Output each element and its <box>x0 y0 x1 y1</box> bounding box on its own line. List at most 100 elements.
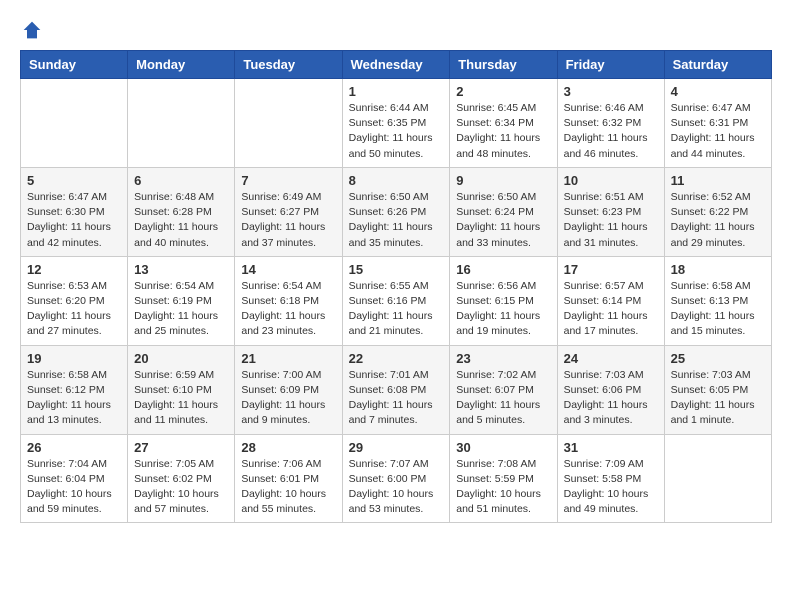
calendar-cell: 20 Sunrise: 6:59 AMSunset: 6:10 PMDayligh… <box>128 345 235 434</box>
logo-icon <box>22 20 42 40</box>
day-info: Sunrise: 7:01 AMSunset: 6:08 PMDaylight:… <box>349 368 444 429</box>
day-info: Sunrise: 7:04 AMSunset: 6:04 PMDaylight:… <box>27 457 121 518</box>
day-info: Sunrise: 6:58 AMSunset: 6:13 PMDaylight:… <box>671 279 765 340</box>
day-info: Sunrise: 6:53 AMSunset: 6:20 PMDaylight:… <box>27 279 121 340</box>
weekday-header-saturday: Saturday <box>664 51 771 79</box>
calendar-cell: 30Sunrise: 7:08 AMSunset: 5:59 PMDayligh… <box>450 434 557 523</box>
day-number: 31 <box>564 440 658 455</box>
calendar-cell: 6 Sunrise: 6:48 AMSunset: 6:28 PMDaylight… <box>128 167 235 256</box>
weekday-header-tuesday: Tuesday <box>235 51 342 79</box>
logo <box>20 20 42 40</box>
day-info: Sunrise: 6:58 AMSunset: 6:12 PMDaylight:… <box>27 368 121 429</box>
calendar-cell: 8 Sunrise: 6:50 AMSunset: 6:26 PMDaylight… <box>342 167 450 256</box>
day-number: 24 <box>564 351 658 366</box>
calendar-cell <box>664 434 771 523</box>
day-info: Sunrise: 7:03 AMSunset: 6:05 PMDaylight:… <box>671 368 765 429</box>
week-row-5: 26 Sunrise: 7:04 AMSunset: 6:04 PMDayligh… <box>21 434 772 523</box>
calendar-cell: 16Sunrise: 6:56 AMSunset: 6:15 PMDayligh… <box>450 256 557 345</box>
calendar-cell: 23 Sunrise: 7:02 AMSunset: 6:07 PMDayligh… <box>450 345 557 434</box>
calendar-cell: 17Sunrise: 6:57 AMSunset: 6:14 PMDayligh… <box>557 256 664 345</box>
day-info: Sunrise: 6:57 AMSunset: 6:14 PMDaylight:… <box>564 279 658 340</box>
calendar-cell: 3 Sunrise: 6:46 AMSunset: 6:32 PMDaylight… <box>557 79 664 168</box>
calendar-cell <box>235 79 342 168</box>
day-number: 23 <box>456 351 550 366</box>
weekday-header-friday: Friday <box>557 51 664 79</box>
calendar-cell: 28 Sunrise: 7:06 AMSunset: 6:01 PMDayligh… <box>235 434 342 523</box>
day-info: Sunrise: 6:47 AMSunset: 6:30 PMDaylight:… <box>27 190 121 251</box>
calendar-cell: 21 Sunrise: 7:00 AMSunset: 6:09 PMDayligh… <box>235 345 342 434</box>
day-number: 8 <box>349 173 444 188</box>
day-info: Sunrise: 6:45 AMSunset: 6:34 PMDaylight:… <box>456 101 550 162</box>
calendar-cell <box>21 79 128 168</box>
calendar-cell: 7 Sunrise: 6:49 AMSunset: 6:27 PMDaylight… <box>235 167 342 256</box>
page-header <box>20 20 772 40</box>
calendar-cell: 26 Sunrise: 7:04 AMSunset: 6:04 PMDayligh… <box>21 434 128 523</box>
day-number: 11 <box>671 173 765 188</box>
day-info: Sunrise: 6:46 AMSunset: 6:32 PMDaylight:… <box>564 101 658 162</box>
day-info: Sunrise: 6:49 AMSunset: 6:27 PMDaylight:… <box>241 190 335 251</box>
day-number: 27 <box>134 440 228 455</box>
calendar-cell: 22 Sunrise: 7:01 AMSunset: 6:08 PMDayligh… <box>342 345 450 434</box>
day-number: 6 <box>134 173 228 188</box>
day-number: 3 <box>564 84 658 99</box>
calendar-cell: 27 Sunrise: 7:05 AMSunset: 6:02 PMDayligh… <box>128 434 235 523</box>
week-row-4: 19 Sunrise: 6:58 AMSunset: 6:12 PMDayligh… <box>21 345 772 434</box>
day-info: Sunrise: 7:07 AMSunset: 6:00 PMDaylight:… <box>349 457 444 518</box>
day-number: 21 <box>241 351 335 366</box>
day-number: 15 <box>349 262 444 277</box>
calendar-cell: 31 Sunrise: 7:09 AMSunset: 5:58 PMDayligh… <box>557 434 664 523</box>
calendar-cell: 12Sunrise: 6:53 AMSunset: 6:20 PMDayligh… <box>21 256 128 345</box>
day-number: 9 <box>456 173 550 188</box>
calendar-cell: 11 Sunrise: 6:52 AMSunset: 6:22 PMDayligh… <box>664 167 771 256</box>
week-row-1: 1 Sunrise: 6:44 AMSunset: 6:35 PMDaylight… <box>21 79 772 168</box>
day-number: 20 <box>134 351 228 366</box>
day-info: Sunrise: 6:44 AMSunset: 6:35 PMDaylight:… <box>349 101 444 162</box>
calendar-cell: 13Sunrise: 6:54 AMSunset: 6:19 PMDayligh… <box>128 256 235 345</box>
day-info: Sunrise: 7:06 AMSunset: 6:01 PMDaylight:… <box>241 457 335 518</box>
day-info: Sunrise: 6:54 AMSunset: 6:18 PMDaylight:… <box>241 279 335 340</box>
calendar-cell: 4 Sunrise: 6:47 AMSunset: 6:31 PMDaylight… <box>664 79 771 168</box>
day-info: Sunrise: 6:47 AMSunset: 6:31 PMDaylight:… <box>671 101 765 162</box>
day-info: Sunrise: 7:08 AMSunset: 5:59 PMDaylight:… <box>456 457 550 518</box>
day-info: Sunrise: 6:50 AMSunset: 6:24 PMDaylight:… <box>456 190 550 251</box>
day-number: 14 <box>241 262 335 277</box>
day-info: Sunrise: 6:50 AMSunset: 6:26 PMDaylight:… <box>349 190 444 251</box>
day-info: Sunrise: 6:56 AMSunset: 6:15 PMDaylight:… <box>456 279 550 340</box>
day-number: 2 <box>456 84 550 99</box>
day-info: Sunrise: 7:09 AMSunset: 5:58 PMDaylight:… <box>564 457 658 518</box>
calendar-table: SundayMondayTuesdayWednesdayThursdayFrid… <box>20 50 772 523</box>
day-info: Sunrise: 6:54 AMSunset: 6:19 PMDaylight:… <box>134 279 228 340</box>
day-info: Sunrise: 6:59 AMSunset: 6:10 PMDaylight:… <box>134 368 228 429</box>
calendar-cell: 2 Sunrise: 6:45 AMSunset: 6:34 PMDaylight… <box>450 79 557 168</box>
weekday-header-row: SundayMondayTuesdayWednesdayThursdayFrid… <box>21 51 772 79</box>
day-info: Sunrise: 6:51 AMSunset: 6:23 PMDaylight:… <box>564 190 658 251</box>
weekday-header-sunday: Sunday <box>21 51 128 79</box>
day-number: 28 <box>241 440 335 455</box>
calendar-cell: 19 Sunrise: 6:58 AMSunset: 6:12 PMDayligh… <box>21 345 128 434</box>
day-number: 1 <box>349 84 444 99</box>
day-info: Sunrise: 7:02 AMSunset: 6:07 PMDaylight:… <box>456 368 550 429</box>
calendar-cell: 18 Sunrise: 6:58 AMSunset: 6:13 PMDayligh… <box>664 256 771 345</box>
day-info: Sunrise: 7:05 AMSunset: 6:02 PMDaylight:… <box>134 457 228 518</box>
week-row-3: 12Sunrise: 6:53 AMSunset: 6:20 PMDayligh… <box>21 256 772 345</box>
calendar-cell: 9 Sunrise: 6:50 AMSunset: 6:24 PMDaylight… <box>450 167 557 256</box>
calendar-cell: 1 Sunrise: 6:44 AMSunset: 6:35 PMDaylight… <box>342 79 450 168</box>
day-number: 19 <box>27 351 121 366</box>
day-number: 18 <box>671 262 765 277</box>
day-info: Sunrise: 6:52 AMSunset: 6:22 PMDaylight:… <box>671 190 765 251</box>
weekday-header-thursday: Thursday <box>450 51 557 79</box>
calendar-cell: 14 Sunrise: 6:54 AMSunset: 6:18 PMDayligh… <box>235 256 342 345</box>
day-number: 22 <box>349 351 444 366</box>
day-number: 4 <box>671 84 765 99</box>
calendar-cell: 10Sunrise: 6:51 AMSunset: 6:23 PMDayligh… <box>557 167 664 256</box>
day-number: 26 <box>27 440 121 455</box>
calendar-cell: 29 Sunrise: 7:07 AMSunset: 6:00 PMDayligh… <box>342 434 450 523</box>
day-info: Sunrise: 6:48 AMSunset: 6:28 PMDaylight:… <box>134 190 228 251</box>
day-info: Sunrise: 6:55 AMSunset: 6:16 PMDaylight:… <box>349 279 444 340</box>
day-number: 7 <box>241 173 335 188</box>
day-number: 25 <box>671 351 765 366</box>
day-info: Sunrise: 7:00 AMSunset: 6:09 PMDaylight:… <box>241 368 335 429</box>
day-number: 29 <box>349 440 444 455</box>
day-info: Sunrise: 7:03 AMSunset: 6:06 PMDaylight:… <box>564 368 658 429</box>
calendar-cell <box>128 79 235 168</box>
